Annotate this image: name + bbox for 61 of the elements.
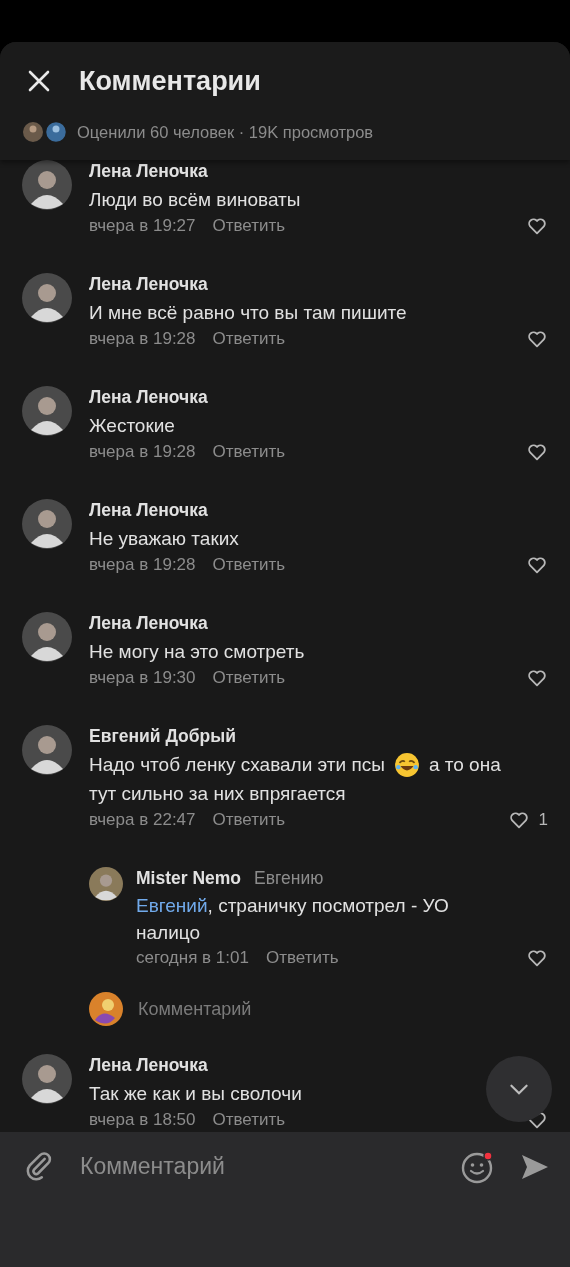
heart-icon[interactable] xyxy=(526,441,548,463)
avatar xyxy=(89,992,123,1026)
avatar[interactable] xyxy=(22,386,72,436)
like-count: 1 xyxy=(538,810,548,830)
avatar[interactable] xyxy=(22,160,72,210)
reply-link[interactable]: Ответить xyxy=(212,216,286,236)
reply-link[interactable]: Ответить xyxy=(212,329,286,349)
reply-link[interactable]: Ответить xyxy=(212,442,286,462)
send-icon[interactable] xyxy=(520,1152,550,1182)
author-name[interactable]: Лена Леночка xyxy=(89,160,208,182)
comment-time: вчера в 19:28 xyxy=(89,555,196,575)
page-title: Комментарии xyxy=(79,65,261,97)
author-name[interactable]: Лена Леночка xyxy=(89,612,208,634)
reply-link[interactable]: Ответить xyxy=(212,810,286,830)
author-name[interactable]: Mister Nemo xyxy=(136,867,242,889)
reply-link[interactable]: Ответить xyxy=(212,668,286,688)
avatar[interactable] xyxy=(22,499,72,549)
comment-time: вчера в 19:30 xyxy=(89,668,196,688)
heart-icon[interactable] xyxy=(526,947,548,969)
comment-time: вчера в 18:50 xyxy=(89,1110,196,1130)
comment-text: тут сильно за них впрягается xyxy=(89,783,346,804)
comment-text: Не уважаю таких xyxy=(89,527,239,551)
smiley-icon[interactable] xyxy=(460,1149,496,1185)
comment-text: Жестокие xyxy=(89,414,175,438)
avatar[interactable] xyxy=(22,273,72,323)
heart-icon[interactable] xyxy=(526,554,548,576)
close-icon[interactable] xyxy=(27,69,51,93)
heart-icon[interactable] xyxy=(526,215,548,237)
avatar[interactable] xyxy=(22,725,72,775)
comment-time: вчера в 19:28 xyxy=(89,329,196,349)
comment-time: сегодня в 1:01 xyxy=(136,948,249,968)
comment-field[interactable]: Комментарий xyxy=(80,1149,460,1183)
comment-text: И мне всё равно что вы там пишите xyxy=(89,301,407,325)
stats-text: Оценили 60 человек · 19K просмотров xyxy=(77,122,374,142)
reply-link[interactable]: Ответить xyxy=(212,1110,286,1130)
heart-icon[interactable] xyxy=(507,809,530,831)
comment-text: Люди во всём виноваты xyxy=(89,188,301,212)
reply-link[interactable]: Ответить xyxy=(265,948,339,968)
reply-field[interactable]: Комментарий xyxy=(138,998,338,1020)
author-name[interactable]: Евгений Добрый xyxy=(89,725,236,747)
reply-link[interactable]: Ответить xyxy=(212,555,286,575)
mention-link[interactable]: Евгений xyxy=(136,895,208,916)
heart-icon[interactable] xyxy=(526,667,548,689)
reply-target: Евгению xyxy=(254,867,324,889)
comment-time: вчера в 22:47 xyxy=(89,810,196,830)
author-name[interactable]: Лена Леночка xyxy=(89,273,208,295)
comment-text: а то она xyxy=(428,753,501,777)
comment-text: Евгений, страничку посмотрел - УО налицо xyxy=(136,894,450,945)
comment-text: Надо чтоб ленку схавали эти псы xyxy=(89,753,385,777)
heart-icon[interactable] xyxy=(526,328,548,350)
comment-time: вчера в 19:27 xyxy=(89,216,196,236)
author-name[interactable]: Лена Леночка xyxy=(89,1054,208,1076)
liker-avatars xyxy=(22,121,68,143)
comment-text: Так же как и вы сволочи xyxy=(89,1082,302,1106)
comment-text: Не могу на это смотреть xyxy=(89,640,305,664)
comment-time: вчера в 19:28 xyxy=(89,442,196,462)
author-name[interactable]: Лена Леночка xyxy=(89,386,208,408)
avatar[interactable] xyxy=(22,612,72,662)
avatar[interactable] xyxy=(89,867,123,901)
avatar[interactable] xyxy=(22,1054,72,1104)
author-name[interactable]: Лена Леночка xyxy=(89,499,208,521)
